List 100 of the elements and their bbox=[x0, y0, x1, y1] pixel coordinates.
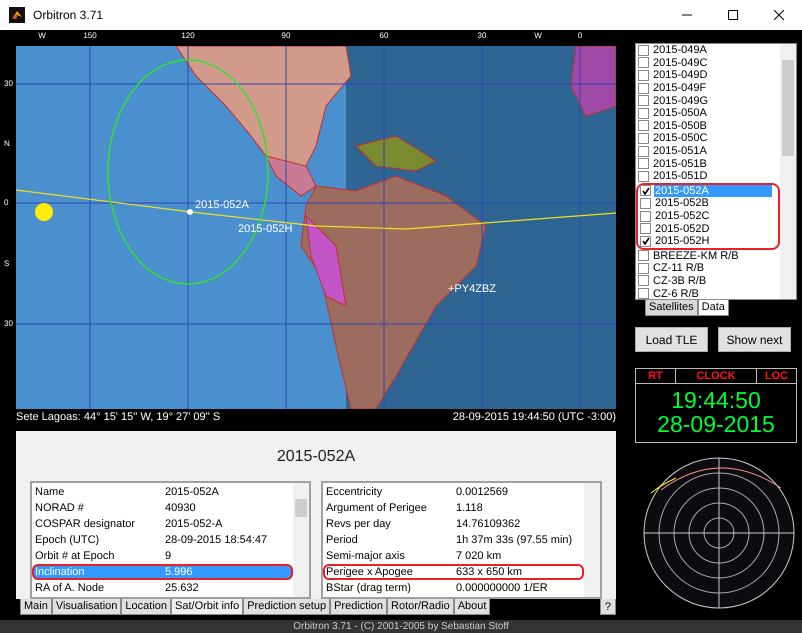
checkbox[interactable] bbox=[638, 158, 649, 170]
satellite-list-item[interactable]: CZ-3B R/B bbox=[636, 274, 780, 288]
checkbox[interactable] bbox=[638, 70, 649, 81]
checkmark-icon bbox=[642, 186, 650, 195]
tab[interactable]: Sat/Orbit info bbox=[171, 599, 244, 615]
scrollbar[interactable] bbox=[293, 483, 309, 597]
satellite-name: 2015-051A bbox=[652, 145, 708, 158]
checkbox[interactable] bbox=[638, 146, 649, 157]
close-icon bbox=[774, 10, 784, 20]
tab[interactable]: Satellites bbox=[645, 300, 698, 316]
checkbox[interactable] bbox=[640, 236, 651, 247]
info-row[interactable]: Semi-major axis 7 020 km bbox=[323, 548, 584, 564]
satellite-list-item[interactable]: 2015-051B bbox=[636, 157, 780, 170]
checkbox[interactable] bbox=[640, 198, 651, 209]
tab[interactable]: Prediction setup bbox=[243, 599, 330, 615]
checkbox[interactable] bbox=[638, 95, 649, 106]
tab[interactable]: Rotor/Radio bbox=[387, 599, 454, 615]
toolbar-button[interactable]: Load TLE bbox=[635, 327, 708, 352]
checkbox[interactable] bbox=[638, 57, 649, 68]
satellite-name: 2015-052B bbox=[654, 197, 710, 210]
satellite-list-item[interactable]: 2015-052H bbox=[638, 234, 778, 248]
satellite-list-item[interactable]: 2015-049A bbox=[636, 44, 780, 57]
tab[interactable]: Visualisation bbox=[52, 599, 122, 615]
window-title: Orbitron 3.71 bbox=[33, 7, 104, 24]
latitude-label: N bbox=[4, 140, 10, 148]
satellite-list-item[interactable]: 2015-051A bbox=[636, 144, 780, 158]
checkbox[interactable] bbox=[638, 82, 649, 94]
checkbox[interactable] bbox=[638, 120, 649, 132]
scrollbar[interactable] bbox=[584, 483, 600, 597]
checkbox[interactable] bbox=[638, 288, 649, 299]
satellite-name: CZ-3B R/B bbox=[652, 274, 708, 287]
satellite-name: 2015-052A bbox=[654, 184, 772, 197]
checkbox[interactable] bbox=[638, 262, 649, 274]
satellite-list-item[interactable]: 2015-049D bbox=[636, 69, 780, 82]
checkbox[interactable] bbox=[638, 275, 649, 286]
checkbox[interactable] bbox=[638, 250, 649, 262]
latitude-label: 30 bbox=[4, 80, 13, 88]
satellite-name: 2015-052C bbox=[654, 210, 710, 222]
checkbox[interactable] bbox=[640, 185, 651, 196]
checkbox[interactable] bbox=[638, 132, 649, 144]
latitude-label: S bbox=[4, 260, 10, 268]
help-tab[interactable]: ? bbox=[600, 599, 616, 615]
satellite-list-item[interactable]: 2015-049C bbox=[636, 56, 780, 70]
satellite-name: 2015-052D bbox=[654, 222, 710, 235]
tab[interactable]: Data bbox=[698, 300, 729, 316]
latitude-label: 0 bbox=[4, 199, 8, 207]
satellite-list-item[interactable]: 2015-050A bbox=[636, 106, 780, 120]
toolbar-button[interactable]: Show next bbox=[718, 327, 791, 352]
clock-header[interactable]: LOC bbox=[757, 369, 796, 383]
info-row[interactable]: Epoch (UTC) 28-09-2015 18:54:47 bbox=[32, 532, 293, 548]
longitude-label: 90 bbox=[282, 32, 290, 40]
checkbox[interactable] bbox=[640, 210, 651, 222]
longitude-label: W bbox=[534, 32, 542, 40]
satellite-list-item[interactable]: BREEZE-KM R/B bbox=[636, 250, 780, 262]
longitude-label: 150 bbox=[83, 32, 97, 40]
checkbox[interactable] bbox=[638, 170, 649, 182]
info-row[interactable]: Period 1h 37m 33s (97.55 min) bbox=[323, 532, 584, 548]
info-row[interactable]: Argument of Perigee 1.118 bbox=[323, 500, 584, 516]
longitude-label: 0 bbox=[578, 32, 582, 40]
satellite-name: 2015-049D bbox=[652, 69, 708, 82]
satellite-list-item[interactable]: 2015-052D bbox=[638, 222, 778, 235]
satellite-list-item[interactable]: CZ-6 R/B bbox=[636, 287, 780, 299]
satellite-name: 2015-049F bbox=[652, 82, 708, 94]
satellite-list-item[interactable]: 2015-051D bbox=[636, 170, 780, 183]
info-row[interactable]: Name 2015-052A bbox=[32, 484, 293, 500]
satellite-name: BREEZE-KM R/B bbox=[652, 250, 740, 262]
location-text: Sete Lagoas: 44° 15' 15'' W, 19° 27' 09'' S bbox=[16, 410, 220, 425]
longitude-label: 60 bbox=[380, 32, 388, 40]
satellite-list-item[interactable]: CZ-11 R/B bbox=[636, 262, 780, 275]
satellite-list-item[interactable]: 2015-050B bbox=[636, 120, 780, 132]
checkbox[interactable] bbox=[638, 44, 649, 56]
tab[interactable]: Prediction bbox=[330, 599, 388, 615]
clock-date: 28-09-2015 bbox=[656, 412, 776, 436]
satellite-list-item[interactable]: 2015-052C bbox=[638, 210, 778, 222]
checkbox[interactable] bbox=[640, 223, 651, 234]
satellite-list-item[interactable]: 2015-052B bbox=[638, 197, 778, 210]
info-row[interactable]: RA of A. Node 25.632 bbox=[32, 580, 293, 596]
satellite-list-item[interactable]: 2015-050C bbox=[636, 132, 780, 145]
satellite-list-item[interactable]: 2015-049G bbox=[636, 94, 780, 107]
checkbox[interactable] bbox=[638, 108, 649, 119]
info-row[interactable]: COSPAR designator 2015-052-A bbox=[32, 516, 293, 532]
tab[interactable]: Main bbox=[20, 599, 52, 615]
info-row[interactable]: Perigee x Apogee 633 x 650 km bbox=[323, 564, 584, 580]
satellite-name: 2015-049C bbox=[652, 56, 708, 69]
info-row[interactable]: Eccentricity 0.0012569 bbox=[323, 484, 584, 500]
satellite-name: CZ-6 R/B bbox=[652, 288, 700, 299]
info-row[interactable]: NORAD # 40930 bbox=[32, 500, 293, 516]
tab[interactable]: About bbox=[454, 599, 490, 615]
info-row[interactable]: BStar (drag term) 0.000000000 1/ER bbox=[323, 580, 584, 596]
satellite-list-item[interactable]: 2015-049F bbox=[636, 82, 780, 94]
status-bar-text: Orbitron 3.71 - (C) 2001-2005 by Sebastian Stoff bbox=[293, 622, 509, 632]
info-row[interactable]: Revs per day 14.76109362 bbox=[323, 516, 584, 532]
info-row[interactable]: Orbit # at Epoch 9 bbox=[32, 548, 293, 564]
satellite-name: 2015-049G bbox=[652, 94, 710, 107]
satellite-name: 2015-052H bbox=[654, 235, 710, 248]
scrollbar[interactable] bbox=[780, 44, 796, 299]
clock-header[interactable]: RT bbox=[636, 369, 675, 383]
clock-header[interactable]: CLOCK bbox=[675, 369, 757, 383]
tab[interactable]: Location bbox=[121, 599, 171, 615]
longitude-label: 30 bbox=[478, 32, 486, 40]
